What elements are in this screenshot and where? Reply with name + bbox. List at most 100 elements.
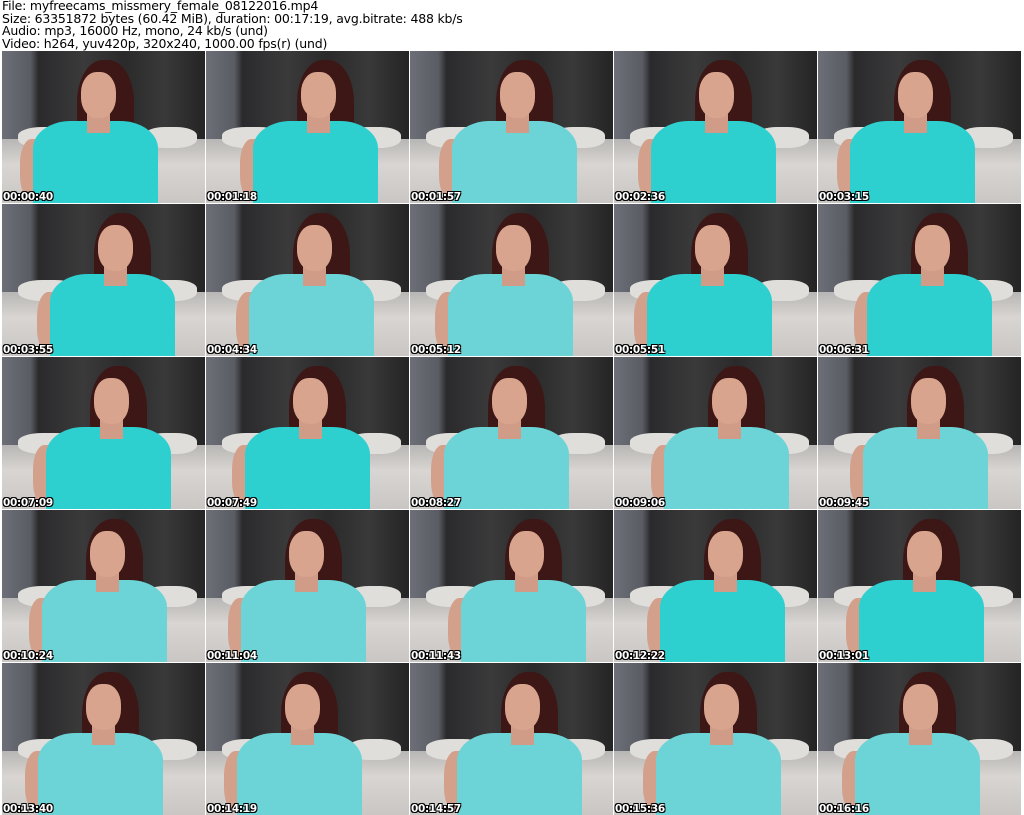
person bbox=[212, 51, 409, 203]
shirt bbox=[663, 426, 790, 509]
face bbox=[293, 378, 328, 424]
person bbox=[206, 357, 407, 509]
person bbox=[208, 204, 409, 356]
face bbox=[98, 225, 133, 271]
video-frame-thumbnail: 00:06:31 bbox=[818, 204, 1021, 356]
person bbox=[619, 510, 817, 662]
shirt bbox=[244, 426, 371, 509]
person bbox=[410, 204, 610, 356]
thumbnail-grid: 00:00:40 00:01:18 00:01:57 00:02:36 00:03:15… bbox=[2, 51, 1021, 815]
face bbox=[898, 72, 933, 118]
video-frame-thumbnail: 00:00:40 bbox=[2, 51, 205, 203]
file-info-header: File: myfreecams_missmery_female_0812201… bbox=[2, 0, 463, 50]
timestamp: 00:03:15 bbox=[819, 191, 869, 203]
timestamp: 00:04:34 bbox=[207, 344, 257, 356]
video-frame-thumbnail: 00:14:57 bbox=[410, 663, 613, 815]
timestamp: 00:14:57 bbox=[411, 803, 461, 815]
face bbox=[492, 378, 527, 424]
person bbox=[206, 510, 403, 662]
video-frame-thumbnail: 00:07:09 bbox=[2, 357, 205, 509]
timestamp: 00:01:57 bbox=[411, 191, 461, 203]
shirt bbox=[650, 120, 777, 203]
face bbox=[285, 684, 320, 730]
person bbox=[410, 357, 606, 509]
video-frame-thumbnail: 00:01:18 bbox=[206, 51, 409, 203]
timestamp: 00:01:18 bbox=[207, 191, 257, 203]
face bbox=[86, 684, 121, 730]
person bbox=[5, 357, 205, 509]
shirt bbox=[252, 120, 379, 203]
video-frame-thumbnail: 00:03:15 bbox=[818, 51, 1021, 203]
timestamp: 00:10:24 bbox=[3, 650, 53, 662]
face bbox=[94, 378, 129, 424]
person bbox=[614, 204, 809, 356]
video-frame-thumbnail: 00:11:43 bbox=[410, 510, 613, 662]
video-frame-thumbnail: 00:13:40 bbox=[2, 663, 205, 815]
person bbox=[623, 357, 817, 509]
shirt bbox=[862, 426, 989, 509]
face bbox=[911, 378, 946, 424]
person bbox=[2, 663, 200, 815]
timestamp: 00:12:22 bbox=[615, 650, 665, 662]
timestamp: 00:06:31 bbox=[819, 344, 869, 356]
timestamp: 00:13:40 bbox=[3, 803, 53, 815]
shirt bbox=[858, 579, 985, 662]
person bbox=[822, 357, 1021, 509]
video-frame-thumbnail: 00:09:45 bbox=[818, 357, 1021, 509]
timestamp: 00:09:45 bbox=[819, 497, 869, 509]
shirt bbox=[456, 732, 583, 815]
video-frame-thumbnail: 00:13:01 bbox=[818, 510, 1021, 662]
timestamp: 00:07:09 bbox=[3, 497, 53, 509]
video-frame-thumbnail: 00:08:27 bbox=[410, 357, 613, 509]
video-frame-thumbnail: 00:01:57 bbox=[410, 51, 613, 203]
face bbox=[500, 72, 535, 118]
shirt bbox=[854, 732, 981, 815]
timestamp: 00:11:04 bbox=[207, 650, 257, 662]
shirt bbox=[646, 273, 773, 356]
person bbox=[614, 51, 813, 203]
video-frame-thumbnail: 00:02:36 bbox=[614, 51, 817, 203]
shirt bbox=[248, 273, 375, 356]
shirt bbox=[45, 426, 172, 509]
timestamp: 00:00:40 bbox=[3, 191, 53, 203]
shirt bbox=[659, 579, 786, 662]
face bbox=[915, 225, 950, 271]
shirt bbox=[655, 732, 782, 815]
face bbox=[289, 531, 324, 577]
person bbox=[206, 663, 399, 815]
person bbox=[2, 51, 195, 203]
person bbox=[420, 510, 613, 662]
face bbox=[90, 531, 125, 577]
person bbox=[9, 204, 205, 356]
face bbox=[704, 684, 739, 730]
video-frame-thumbnail: 00:10:24 bbox=[2, 510, 205, 662]
video-frame-thumbnail: 00:11:04 bbox=[206, 510, 409, 662]
person bbox=[818, 510, 1021, 662]
face bbox=[301, 72, 336, 118]
timestamp: 00:02:36 bbox=[615, 191, 665, 203]
face bbox=[695, 225, 730, 271]
shirt bbox=[41, 579, 168, 662]
shirt bbox=[866, 273, 993, 356]
timestamp: 00:05:12 bbox=[411, 344, 461, 356]
face bbox=[903, 684, 938, 730]
timestamp: 00:11:43 bbox=[411, 650, 461, 662]
person bbox=[416, 663, 613, 815]
shirt bbox=[451, 120, 578, 203]
timestamp: 00:13:01 bbox=[819, 650, 869, 662]
shirt bbox=[49, 273, 176, 356]
video-frame-thumbnail: 00:12:22 bbox=[614, 510, 817, 662]
video-frame-thumbnail: 00:04:34 bbox=[206, 204, 409, 356]
face bbox=[509, 531, 544, 577]
shirt bbox=[447, 273, 574, 356]
person bbox=[818, 663, 1017, 815]
timestamp: 00:15:36 bbox=[615, 803, 665, 815]
face bbox=[505, 684, 540, 730]
person bbox=[615, 663, 817, 815]
face bbox=[907, 531, 942, 577]
face bbox=[297, 225, 332, 271]
shirt bbox=[37, 732, 164, 815]
shirt bbox=[240, 579, 367, 662]
video-frame-thumbnail: 00:15:36 bbox=[614, 663, 817, 815]
timestamp: 00:03:55 bbox=[3, 344, 53, 356]
